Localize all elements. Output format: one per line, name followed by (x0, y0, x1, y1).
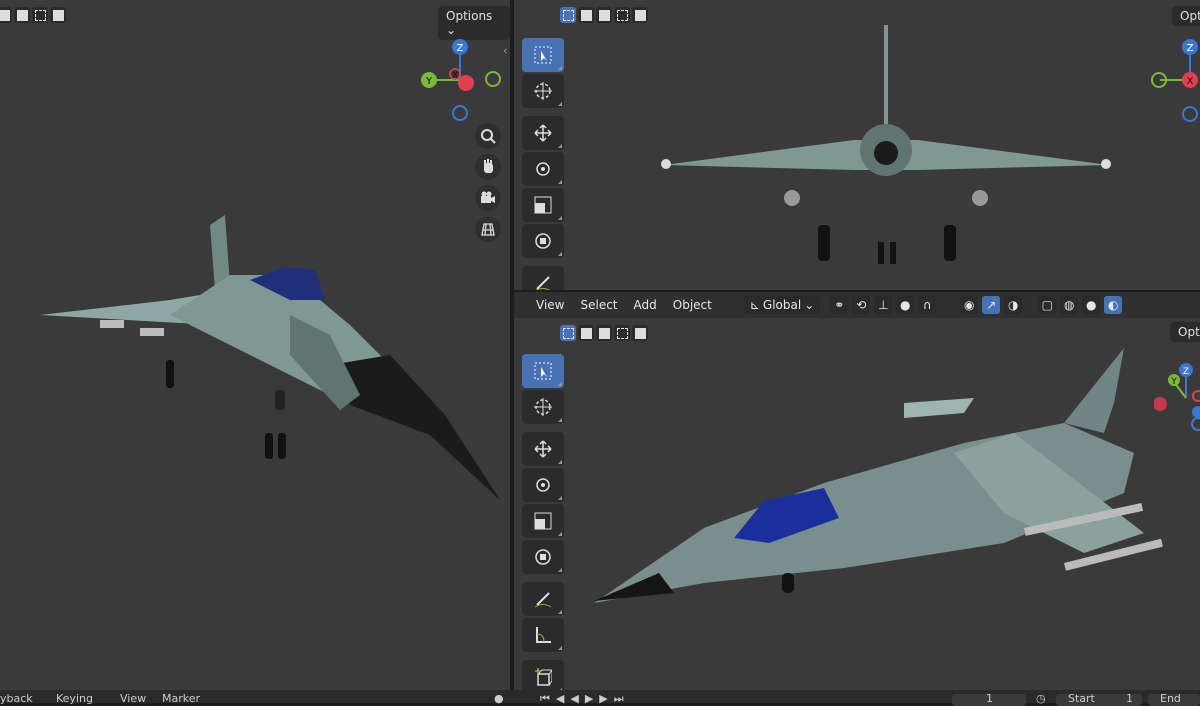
orientation-label: Global (762, 298, 802, 312)
options-label: Optio (1178, 325, 1200, 339)
shading-material-icon[interactable]: ◐ (1104, 296, 1123, 314)
measure-tool[interactable] (522, 618, 564, 652)
jet-model-front (661, 25, 1111, 264)
cursor-tool[interactable] (522, 74, 564, 108)
select-new-button[interactable] (560, 325, 576, 341)
menu-view[interactable]: View (528, 298, 572, 312)
chevron-down-icon: ⌄ (804, 298, 815, 312)
collapse-chevron-icon[interactable]: ‹ (503, 44, 507, 57)
select-intersect-button[interactable] (632, 325, 648, 341)
jet-model-perspective (40, 215, 500, 500)
shading-solid-icon[interactable]: ● (1082, 296, 1101, 314)
zoom-icon[interactable] (475, 123, 501, 149)
select-extend-button[interactable] (578, 325, 594, 341)
shading-wireframe-icon[interactable]: ◍ (1060, 296, 1079, 314)
scale-tool[interactable] (522, 188, 564, 222)
gizmo-z-label: Z (457, 43, 464, 54)
select-subtract-button[interactable] (596, 7, 612, 23)
start-frame-field[interactable]: Start 1 (1056, 693, 1142, 706)
tool-shelf[interactable] (522, 38, 564, 290)
viewport-perspective[interactable]: Options ⌄ Z Y X ‹ (0, 0, 510, 690)
select-new-button[interactable] (560, 7, 576, 23)
cursor-tool[interactable] (522, 390, 564, 424)
scale-tool[interactable] (522, 504, 564, 538)
navigation-gizmo[interactable]: Z Y X (412, 34, 508, 130)
falloff-curve-icon[interactable]: ∩ (918, 296, 937, 314)
orientation-icon: ⊾ (749, 298, 760, 312)
snap-target-icon[interactable]: ⊥ (874, 296, 893, 314)
rotate-tool[interactable] (522, 152, 564, 186)
select-extend-button[interactable] (578, 7, 594, 23)
transform-tool[interactable] (522, 224, 564, 258)
select-difference-button[interactable] (614, 7, 630, 23)
menu-add[interactable]: Add (626, 298, 665, 312)
pivot-link-icon[interactable]: ⚭ (830, 296, 849, 314)
transform-tool[interactable] (522, 540, 564, 574)
select-subtract-button[interactable] (14, 7, 30, 23)
visibility-eye-icon[interactable]: ◉ (960, 296, 979, 314)
select-difference-button[interactable] (614, 325, 630, 341)
move-tool[interactable] (522, 116, 564, 150)
jet-model-side (594, 348, 1163, 603)
annotate-tool[interactable] (522, 582, 564, 616)
select-extend-button[interactable] (0, 7, 12, 23)
gizmo-x-label: X (1187, 76, 1194, 87)
gizmo-y-label: Y (425, 76, 433, 87)
end-frame-field[interactable]: End (1148, 693, 1200, 706)
tool-shelf[interactable] (522, 354, 564, 690)
gizmo-y-label: Y (1170, 377, 1177, 387)
select-box-tool[interactable] (522, 38, 564, 72)
gizmo-x-label: X (452, 71, 458, 81)
overlay-icon[interactable]: ◑ (1004, 296, 1023, 314)
current-frame-field[interactable]: 1 (952, 693, 1026, 706)
selection-mode-group[interactable] (560, 325, 648, 341)
select-box-tool[interactable] (522, 354, 564, 388)
navigation-gizmo[interactable]: Z X (1144, 34, 1200, 130)
options-label: Opti (1180, 9, 1200, 23)
selection-mode-group[interactable] (0, 7, 66, 23)
select-subtract-button[interactable] (596, 325, 612, 341)
timeline-header: yback Keying View Marker ● ⏮◀◀▶▶⏭ 1 ◷ St… (0, 690, 1200, 706)
snap-icon[interactable]: ⟲ (852, 296, 871, 314)
options-dropdown[interactable]: Opti (1172, 6, 1200, 26)
viewport-front[interactable]: Opti Z X (514, 0, 1200, 290)
viewport-user-perspective[interactable]: Optio Z Y (514, 318, 1200, 690)
gizmo-z-label: Z (1183, 367, 1189, 377)
viewport-header: View Select Add Object ⊾ Global ⌄ ⚭ ⟲ ⊥ … (514, 292, 1200, 318)
options-label: Options (446, 9, 493, 23)
gizmo-toggle-icon[interactable]: ↗ (982, 296, 1001, 314)
options-dropdown[interactable]: Optio (1170, 322, 1200, 342)
proportional-edit-icon[interactable]: ● (896, 296, 915, 314)
pan-hand-icon[interactable] (475, 154, 501, 180)
select-intersect-button[interactable] (632, 7, 648, 23)
rotate-tool[interactable] (522, 468, 564, 502)
menu-object[interactable]: Object (665, 298, 720, 312)
selection-mode-group[interactable] (560, 7, 648, 23)
move-tool[interactable] (522, 432, 564, 466)
annotate-tool[interactable] (522, 266, 564, 290)
select-difference-button[interactable] (32, 7, 48, 23)
select-intersect-button[interactable] (50, 7, 66, 23)
transform-orientation-dropdown[interactable]: ⊾ Global ⌄ (743, 296, 821, 314)
gizmo-z-label: Z (1187, 43, 1194, 54)
xray-icon[interactable]: ▢ (1038, 296, 1057, 314)
menu-select[interactable]: Select (572, 298, 625, 312)
add-cube-tool[interactable] (522, 660, 564, 690)
